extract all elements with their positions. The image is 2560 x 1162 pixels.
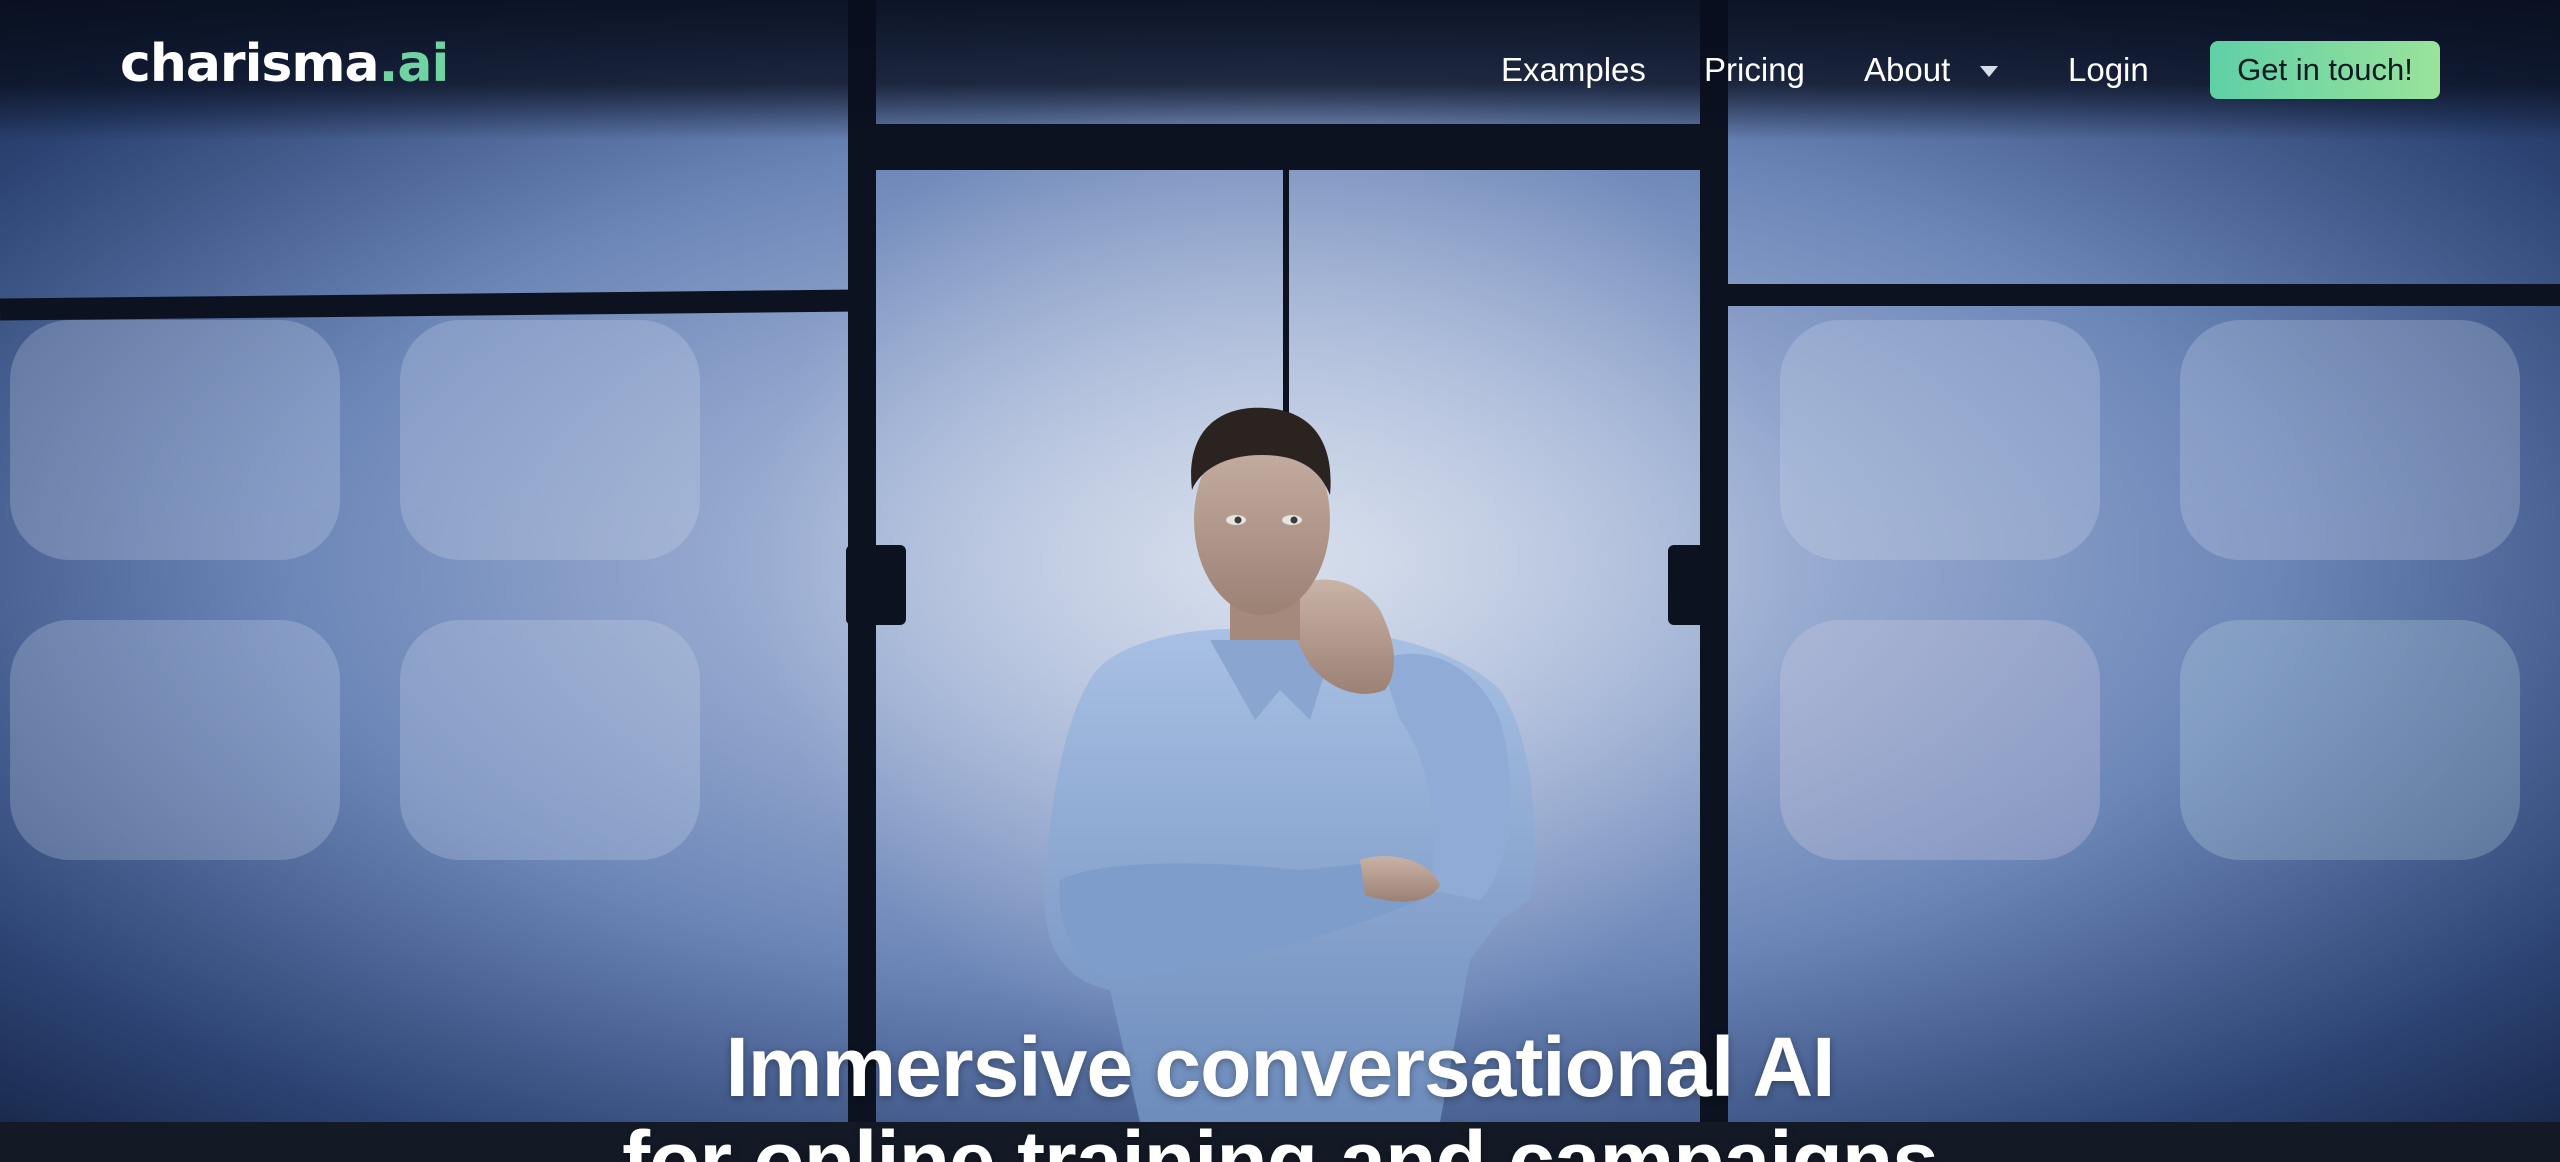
nav-dropdown-about[interactable]: About	[1864, 51, 1999, 89]
nav-link-examples[interactable]: Examples	[1501, 51, 1646, 89]
nav-link-pricing[interactable]: Pricing	[1704, 51, 1805, 89]
logo-text: charisma	[120, 34, 380, 94]
get-in-touch-button[interactable]: Get in touch!	[2210, 41, 2440, 99]
logo-suffix: .ai	[378, 34, 450, 94]
chevron-down-icon[interactable]	[1980, 66, 1999, 77]
nav-link-about[interactable]: About	[1864, 51, 1950, 89]
brand-logo[interactable]: charisma.ai	[120, 38, 449, 90]
hero-headline: Immersive conversational AI for online t…	[0, 1020, 2560, 1162]
hero-scene-image	[0, 0, 2560, 1122]
landing-page: charisma.ai Examples Pricing About Login…	[0, 0, 2560, 1162]
nav-link-login[interactable]: Login	[2068, 51, 2149, 89]
hero-headline-line2: for online training and campaigns	[622, 1114, 1939, 1162]
hero-headline-line1: Immersive conversational AI	[725, 1020, 1835, 1114]
